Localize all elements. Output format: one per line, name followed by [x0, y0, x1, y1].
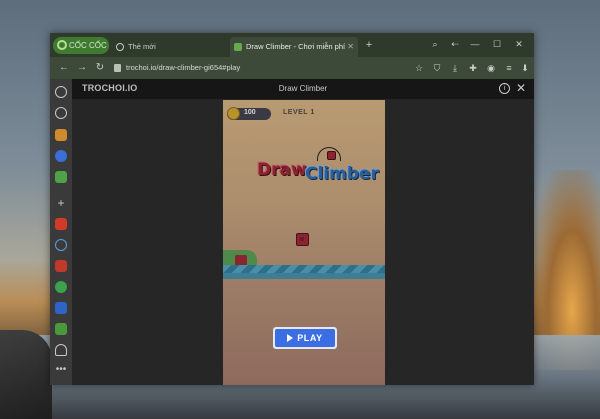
star-icon[interactable]: ☆	[412, 61, 426, 75]
youtube-icon[interactable]	[55, 218, 67, 230]
close-window-button[interactable]: ✕	[510, 36, 528, 52]
track-stripes	[223, 265, 385, 273]
menu-icon[interactable]: ≡	[502, 61, 516, 75]
crown-icon[interactable]	[55, 129, 67, 141]
address-bar[interactable]: trochoi.io/draw-climber-gi654#play	[114, 60, 404, 76]
profile-icon[interactable]: ◉	[484, 61, 498, 75]
game-canvas[interactable]: 100 LEVEL 1 Draw Climber PLAY	[223, 100, 385, 385]
info-icon[interactable]: i	[499, 83, 510, 94]
download-tray-icon[interactable]: ⬇	[518, 61, 532, 75]
new-tab-button[interactable]: +	[362, 37, 376, 53]
ad-icon[interactable]	[55, 302, 67, 314]
newtab-favicon-icon	[116, 43, 124, 51]
tab-search-icon[interactable]: ⌕	[426, 36, 444, 52]
maximize-button[interactable]: ☐	[488, 36, 506, 52]
logo-climber-text: Climber	[305, 164, 379, 184]
add-icon[interactable]: +	[55, 197, 67, 209]
settings-icon[interactable]	[55, 86, 67, 98]
lock-icon	[114, 64, 121, 72]
brand-label: CỐC CỐC	[69, 41, 107, 50]
play-icon	[287, 334, 294, 342]
tab-close-icon[interactable]: ✕	[347, 37, 354, 57]
browser-toolbar: ← → ↻ trochoi.io/draw-climber-gi654#play…	[50, 57, 534, 79]
game-header: TROCHOI.IO Draw Climber i ✕	[72, 79, 534, 99]
reload-icon[interactable]: ↻	[92, 60, 108, 76]
more-icon[interactable]: •••	[55, 365, 67, 377]
level-label: LEVEL 1	[283, 109, 315, 116]
play-button[interactable]: PLAY	[273, 327, 337, 349]
bell-icon[interactable]	[55, 344, 67, 356]
history-icon[interactable]	[55, 107, 67, 119]
coccoc-brand-button[interactable]: CỐC CỐC	[53, 37, 109, 54]
minimize-button[interactable]: —	[466, 36, 484, 52]
puzzle-icon[interactable]: ✚	[466, 61, 480, 75]
tab-new-tab[interactable]: Thẻ mới	[112, 37, 227, 57]
address-text: trochoi.io/draw-climber-gi654#play	[126, 63, 241, 72]
gamepad-icon[interactable]	[55, 171, 67, 183]
game-title: Draw Climber	[278, 84, 328, 93]
messenger-icon[interactable]	[55, 150, 67, 162]
coin-counter: 100	[227, 107, 271, 120]
play-button-face[interactable]: PLAY	[275, 329, 335, 347]
coin-count: 100	[244, 109, 256, 116]
news-icon[interactable]	[55, 260, 67, 272]
tab-label: Thẻ mới	[128, 42, 156, 51]
browser-window: CỐC CỐC Thẻ mới Draw Climber - Chơi miễn…	[50, 33, 534, 385]
coin-icon	[227, 107, 240, 120]
coccoc-logo-icon	[57, 40, 67, 50]
audio-icon[interactable]	[55, 239, 67, 251]
close-icon[interactable]: ✕	[516, 81, 526, 95]
calendar-icon[interactable]	[55, 323, 67, 335]
tab-label: Draw Climber - Chơi miễn phí	[246, 42, 346, 51]
game-logo: Draw Climber	[257, 147, 379, 187]
desktop-rock	[0, 330, 52, 419]
logo-draw-text: Draw	[257, 160, 307, 180]
translate-icon[interactable]	[55, 281, 67, 293]
back-history-icon[interactable]: ⇠	[446, 36, 464, 52]
player-cube	[296, 233, 309, 246]
download-icon[interactable]: ⤓	[448, 61, 462, 75]
back-icon[interactable]: ←	[56, 60, 72, 76]
sidebar: + •••	[50, 79, 72, 385]
logo-cube-icon	[327, 151, 336, 160]
play-label: PLAY	[297, 333, 323, 343]
gamepad-favicon-icon	[234, 43, 242, 51]
track-ground	[223, 273, 385, 279]
forward-icon[interactable]: →	[74, 60, 90, 76]
tab-draw-climber[interactable]: Draw Climber - Chơi miễn phí ✕	[230, 37, 358, 57]
page-content: TROCHOI.IO Draw Climber i ✕ 100 LEVEL 1 …	[72, 79, 534, 385]
shield-icon[interactable]: ⛉	[430, 61, 444, 75]
tab-strip: CỐC CỐC Thẻ mới Draw Climber - Chơi miễn…	[50, 33, 534, 57]
